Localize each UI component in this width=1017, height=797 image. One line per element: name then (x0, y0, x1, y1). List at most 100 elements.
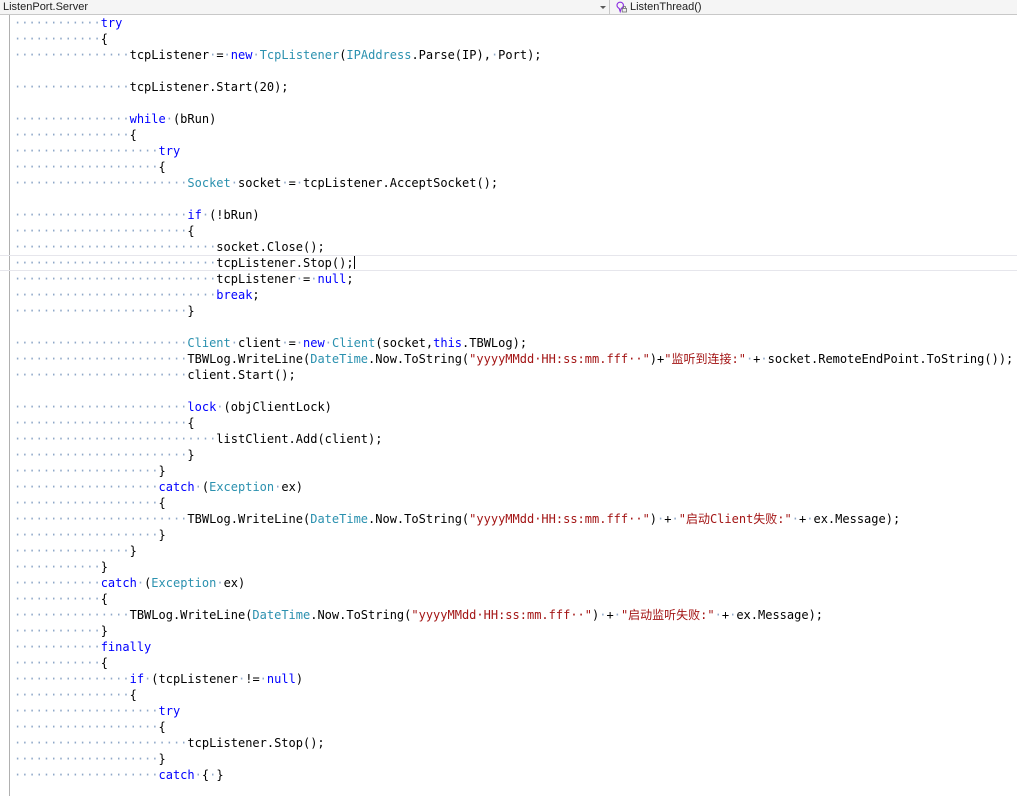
code-line[interactable]: ························lock·(objClientL… (11, 399, 1017, 415)
code-line-text: ····················try (14, 704, 181, 718)
code-line[interactable]: ····················} (11, 751, 1017, 767)
code-line-text: ····················{ (14, 496, 166, 510)
code-line[interactable]: ························tcpListener.Stop… (11, 735, 1017, 751)
code-line-text: ························Socket·socket·=·… (14, 176, 499, 190)
code-line[interactable]: ························} (11, 447, 1017, 463)
code-line[interactable]: ························client.Start(); (11, 367, 1017, 383)
code-line[interactable]: ····················catch·(Exception·ex) (11, 479, 1017, 495)
private-method-icon (614, 1, 628, 14)
code-line[interactable]: ····················} (11, 463, 1017, 479)
code-editor[interactable]: ············try ············{ ············… (0, 15, 1017, 796)
code-line[interactable]: ····················try (11, 143, 1017, 159)
code-surface[interactable]: ············try ············{ ············… (0, 15, 1017, 796)
text-caret (353, 256, 355, 269)
member-dropdown[interactable]: ListenThread() (610, 0, 1017, 14)
code-line-text: ························if·(!bRun) (14, 208, 260, 222)
code-line[interactable]: ····················{ (11, 495, 1017, 511)
code-line[interactable]: ················{ (11, 127, 1017, 143)
code-line[interactable]: ························{ (11, 415, 1017, 431)
code-line-text: ············finally (14, 640, 152, 654)
code-line[interactable]: ············{ (11, 31, 1017, 47)
code-line[interactable]: ····················{ (11, 159, 1017, 175)
code-line-text: ················{ (14, 128, 137, 142)
code-line[interactable]: ····························tcpListener·… (11, 271, 1017, 287)
type-dropdown-value: ListenPort.Server (3, 0, 88, 13)
code-line-text: ····················} (14, 464, 166, 478)
code-line[interactable]: ····························listClient.A… (11, 431, 1017, 447)
code-line[interactable]: ····························tcpListener.… (0, 255, 1017, 271)
code-line[interactable]: ················tcpListener·=·new·TcpLis… (11, 47, 1017, 63)
code-line-text: ················if·(tcpListener·!=·null) (14, 672, 304, 686)
code-line[interactable]: ············} (11, 559, 1017, 575)
code-line-text: ················tcpListener·=·new·TcpLis… (14, 48, 542, 62)
code-line-text: ····························tcpListener·… (14, 272, 354, 286)
code-line[interactable]: ························Socket·socket·=·… (11, 175, 1017, 191)
code-line[interactable]: ····················catch·{·} (11, 767, 1017, 783)
code-line-text: ············} (14, 560, 108, 574)
code-line[interactable]: ················{ (11, 687, 1017, 703)
code-line-text: ················} (14, 544, 137, 558)
code-line-text: ····················{ (14, 720, 166, 734)
code-line-text: ················while·(bRun) (14, 112, 217, 126)
code-line[interactable]: ························} (11, 303, 1017, 319)
code-line-text: ························{ (14, 224, 195, 238)
code-line[interactable]: ················} (11, 543, 1017, 559)
code-line-text: ····················} (14, 752, 166, 766)
code-line[interactable]: ················TBWLog.WriteLine(DateTim… (11, 607, 1017, 623)
code-line[interactable] (11, 191, 1017, 207)
code-line[interactable]: ····················{ (11, 719, 1017, 735)
code-line[interactable]: ····························break; (11, 287, 1017, 303)
code-line-text: ····················catch·{·} (14, 768, 224, 782)
code-line-text: ················tcpListener.Start(20); (14, 80, 289, 94)
code-line-text: ························TBWLog.WriteLine… (14, 512, 901, 526)
code-line[interactable] (11, 383, 1017, 399)
code-line-text: ························Client·client·=·… (14, 336, 528, 350)
code-line-text: ············{ (14, 656, 108, 670)
code-line-text: ························tcpListener.Stop… (14, 736, 325, 750)
code-line[interactable]: ························Client·client·=·… (11, 335, 1017, 351)
code-line[interactable] (11, 319, 1017, 335)
code-line-text: ····························listClient.A… (14, 432, 383, 446)
code-line[interactable] (11, 95, 1017, 111)
code-line-text: ············catch·(Exception·ex) (14, 576, 246, 590)
code-line[interactable] (11, 63, 1017, 79)
code-line-text: ························TBWLog.WriteLine… (14, 352, 1014, 366)
code-line-text: ····························socket.Close… (14, 240, 325, 254)
code-line[interactable]: ············{ (11, 591, 1017, 607)
code-line-text: ························} (14, 448, 195, 462)
code-line-text: ····················try (14, 144, 181, 158)
code-line-text: ············try (14, 16, 123, 30)
code-line-text: ························} (14, 304, 195, 318)
code-line[interactable]: ················if·(tcpListener·!=·null) (11, 671, 1017, 687)
code-line-text: ················{ (14, 688, 137, 702)
code-line-text: ············{ (14, 32, 108, 46)
chevron-down-icon[interactable] (596, 5, 609, 9)
code-line-text: ····················} (14, 528, 166, 542)
code-line-text: ············{ (14, 592, 108, 606)
code-line[interactable]: ························TBWLog.WriteLine… (11, 511, 1017, 527)
code-line-text: ····························tcpListener.… (14, 256, 354, 270)
code-line[interactable]: ························if·(!bRun) (11, 207, 1017, 223)
code-line[interactable]: ····························socket.Close… (11, 239, 1017, 255)
code-line[interactable]: ············finally (11, 639, 1017, 655)
type-dropdown[interactable]: ListenPort.Server (0, 0, 610, 14)
code-line[interactable]: ················tcpListener.Start(20); (11, 79, 1017, 95)
code-line[interactable]: ························{ (11, 223, 1017, 239)
navigation-bar: ListenPort.Server ListenThread() (0, 0, 1017, 15)
code-line-text: ····························break; (14, 288, 260, 302)
code-line[interactable]: ············{ (11, 655, 1017, 671)
code-line[interactable]: ············try (11, 15, 1017, 31)
code-line[interactable]: ····················try (11, 703, 1017, 719)
code-line[interactable]: ············catch·(Exception·ex) (11, 575, 1017, 591)
code-line[interactable]: ············} (11, 623, 1017, 639)
member-dropdown-value: ListenThread() (630, 0, 702, 13)
indicator-margin[interactable] (0, 15, 10, 796)
code-line[interactable]: ················while·(bRun) (11, 111, 1017, 127)
code-line-text: ························{ (14, 416, 195, 430)
code-line-text: ····················catch·(Exception·ex) (14, 480, 304, 494)
code-line[interactable]: ····················} (11, 527, 1017, 543)
code-line-text: ················TBWLog.WriteLine(DateTim… (14, 608, 824, 622)
code-line-text: ····················{ (14, 160, 166, 174)
code-line[interactable]: ························TBWLog.WriteLine… (11, 351, 1017, 367)
code-line-text: ············} (14, 624, 108, 638)
